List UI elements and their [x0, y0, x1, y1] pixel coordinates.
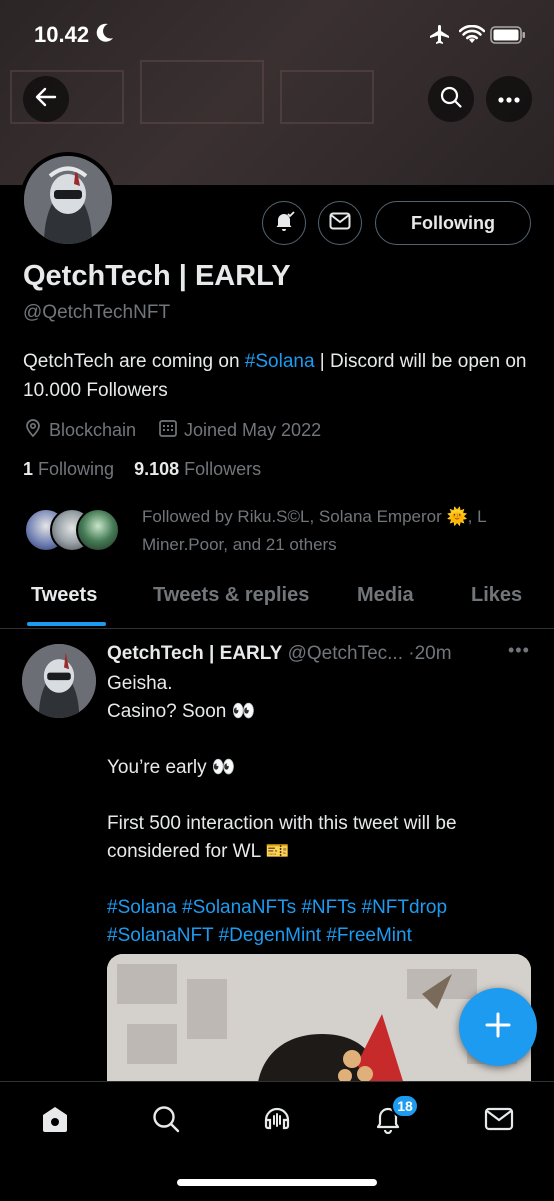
follow-counts: 1 Following 9.108 Followers: [23, 459, 261, 480]
home-indicator: [177, 1179, 377, 1186]
more-options-button[interactable]: [486, 76, 532, 122]
tweet-author-avatar[interactable]: [22, 644, 96, 718]
followers-count-link[interactable]: 9.108 Followers: [134, 459, 261, 479]
location-text: Blockchain: [49, 420, 137, 440]
tweet-more-button[interactable]: •••: [508, 640, 530, 661]
notifications-badge: 18: [391, 1094, 419, 1118]
tweet-header: QetchTech | EARLY @QetchTec... ·20m: [107, 643, 452, 665]
profile-name: QetchTech | EARLY: [23, 260, 291, 292]
message-button[interactable]: [318, 201, 362, 245]
followed-by-text[interactable]: Followed by Riku.S©L, Solana Emperor 🌞, …: [142, 503, 542, 559]
tweet-hashtags[interactable]: #SolanaNFT #DegenMint #FreeMint: [107, 922, 527, 950]
follower-avatar[interactable]: [76, 508, 120, 552]
back-icon: [35, 86, 57, 113]
bio-text: QetchTech are coming on: [23, 351, 245, 372]
moon-icon: [95, 22, 115, 49]
nav-spaces[interactable]: [260, 1104, 294, 1138]
banner-decoration: [280, 70, 374, 124]
tweet-line: Geisha.: [107, 673, 173, 694]
tweet-line: You’re early 👀: [107, 757, 236, 778]
search-icon: [151, 1104, 181, 1139]
bell-icon: [272, 209, 296, 238]
wifi-icon: [458, 24, 486, 50]
notifications-button[interactable]: [262, 201, 306, 245]
profile-location: Blockchain: [23, 418, 136, 443]
location-icon: [23, 418, 43, 443]
profile-avatar[interactable]: [20, 152, 116, 248]
avatar-art: [24, 156, 112, 244]
calendar-icon: [158, 418, 178, 443]
tweet-line: [107, 726, 527, 754]
profile-tabs: Tweets Tweets & replies Media Likes: [0, 574, 554, 629]
following-button[interactable]: Following: [375, 201, 531, 245]
tweet-line: [107, 866, 527, 894]
tweet-hashtags[interactable]: #Solana #SolanaNFTs #NFTs #NFTdrop: [107, 894, 527, 922]
spaces-icon: [262, 1104, 292, 1139]
tweet-line: First 500 interaction with this tweet wi…: [107, 813, 457, 862]
search-icon: [439, 85, 463, 114]
compose-icon: [484, 1011, 512, 1044]
tweet-author-handle[interactable]: @QetchTec...: [288, 643, 403, 664]
mail-icon: [329, 212, 351, 235]
compose-tweet-button[interactable]: [459, 988, 537, 1066]
tweet-line: [107, 782, 527, 810]
mail-icon: [484, 1107, 514, 1136]
tab-tweets[interactable]: Tweets: [31, 584, 97, 607]
following-count-link[interactable]: 1 Following: [23, 459, 114, 479]
profile-bio: QetchTech are coming on #Solana | Discor…: [23, 347, 533, 405]
status-time: 10.42: [34, 22, 90, 47]
back-button[interactable]: [23, 76, 69, 122]
home-icon: [40, 1104, 70, 1139]
tweet-line: Casino? Soon 👀: [107, 701, 256, 722]
tab-likes[interactable]: Likes: [471, 584, 522, 607]
nav-home[interactable]: [38, 1104, 72, 1138]
joined-text: Joined May 2022: [184, 420, 322, 440]
tab-media[interactable]: Media: [357, 584, 414, 607]
avatar-art: [22, 644, 96, 718]
tweet-author-name[interactable]: QetchTech | EARLY: [107, 643, 282, 664]
tab-tweets-replies[interactable]: Tweets & replies: [153, 584, 309, 607]
nav-search[interactable]: [149, 1104, 183, 1138]
battery-icon: [490, 26, 526, 49]
nav-messages[interactable]: [482, 1104, 516, 1138]
tweet-text: Geisha. Casino? Soon 👀 You’re early 👀 Fi…: [107, 670, 527, 950]
profile-handle: @QetchTechNFT: [23, 302, 171, 323]
airplane-icon: [428, 24, 452, 53]
tweet-age[interactable]: 20m: [415, 643, 452, 664]
search-button[interactable]: [428, 76, 474, 122]
bio-hashtag-link[interactable]: #Solana: [245, 351, 315, 372]
more-icon: •••: [508, 640, 530, 660]
status-bar: 10.42: [0, 0, 554, 70]
active-tab-indicator: [27, 622, 106, 626]
profile-joined: Joined May 2022: [158, 418, 321, 443]
more-icon: [498, 90, 520, 108]
